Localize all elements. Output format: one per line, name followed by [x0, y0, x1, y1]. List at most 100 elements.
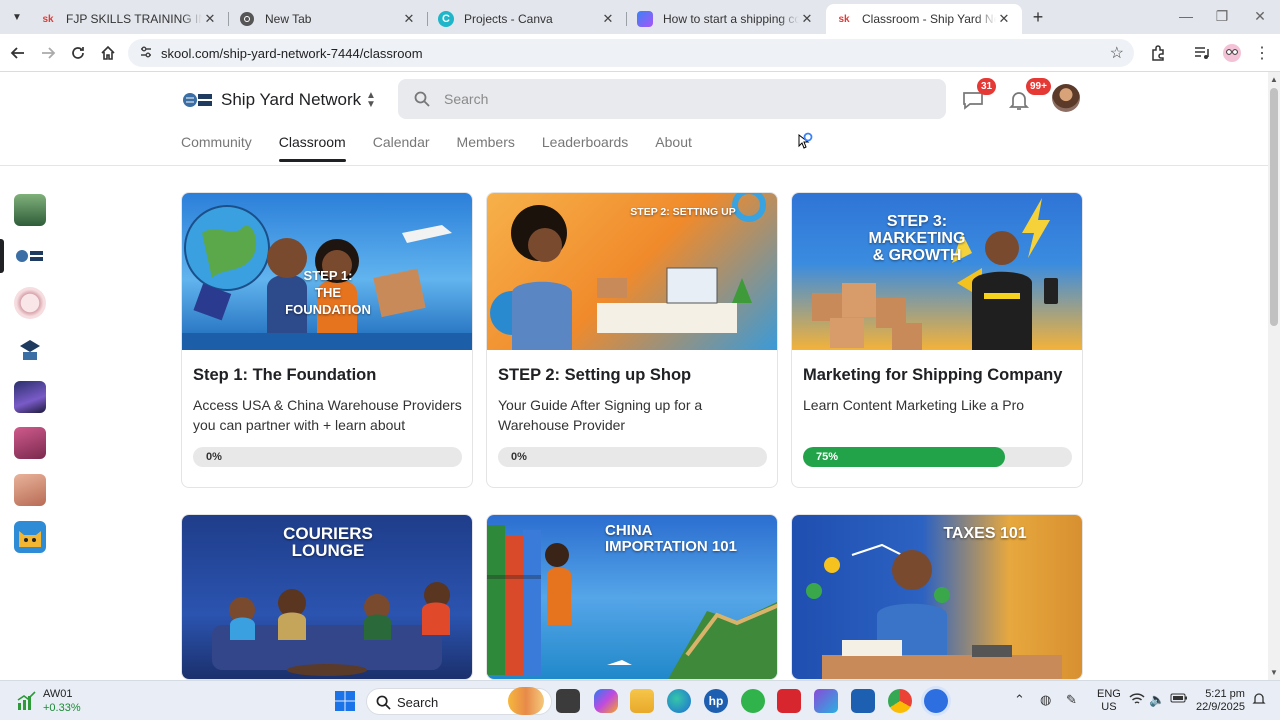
task-view-icon[interactable] [556, 689, 580, 713]
mcafee-icon[interactable] [777, 689, 801, 713]
profile-avatar-icon[interactable] [1221, 42, 1243, 64]
group-thumbnail[interactable] [14, 334, 46, 366]
tab-calendar[interactable]: Calendar [373, 134, 430, 162]
windows-taskbar: AW01 +0.33% Search hp ⌃ ◍ ✎ ENG US 🔈 5:2… [0, 680, 1280, 720]
user-avatar[interactable] [1052, 84, 1080, 112]
site-info-icon[interactable] [138, 45, 154, 61]
browser-tab[interactable]: New Tab ✕ [229, 4, 427, 34]
course-card[interactable]: TAXES 101 [791, 514, 1083, 680]
close-tab-icon[interactable]: ✕ [996, 11, 1012, 27]
file-explorer-icon[interactable] [630, 689, 654, 713]
url-text: skool.com/ship-yard-network-7444/classro… [161, 46, 423, 61]
scroll-up-icon[interactable]: ▲ [1268, 74, 1280, 86]
course-card[interactable]: COURIERS LOUNGE [181, 514, 473, 680]
course-cover-image: STEP 1: THE FOUNDATION [182, 193, 472, 350]
battery-icon[interactable] [1170, 692, 1188, 707]
groups-sidebar [0, 166, 62, 680]
group-thumbnail[interactable] [14, 287, 46, 319]
tab-title: How to start a shipping company [663, 12, 799, 26]
tab-classroom[interactable]: Classroom [278, 134, 346, 162]
restore-window-icon[interactable]: ❐ [1212, 8, 1232, 25]
address-bar[interactable]: skool.com/ship-yard-network-7444/classro… [128, 39, 1134, 67]
group-thumbnail[interactable] [14, 194, 46, 226]
language-indicator[interactable]: ENG US [1097, 688, 1121, 714]
search-highlight-icon[interactable] [508, 687, 544, 715]
windows-start-icon[interactable] [333, 689, 357, 713]
scroll-down-icon[interactable]: ▼ [1268, 667, 1280, 679]
stock-chart-icon[interactable] [16, 690, 38, 712]
home-icon[interactable] [97, 42, 119, 64]
extensions-icon[interactable] [1147, 42, 1169, 64]
show-hidden-icons-icon[interactable]: ⌃ [1014, 692, 1025, 708]
progress-label: 0% [206, 451, 222, 463]
wifi-icon[interactable] [1129, 692, 1145, 709]
group-thumbnail[interactable] [14, 381, 46, 413]
media-controls-icon[interactable] [1191, 42, 1213, 64]
course-cover-text: CHINA IMPORTATION 101 [605, 522, 737, 555]
chrome-icon [239, 11, 255, 27]
course-cover-image: COURIERS LOUNGE [182, 515, 472, 679]
tab-search-dropdown-icon[interactable]: ▼ [6, 6, 28, 28]
minimize-window-icon[interactable]: — [1176, 8, 1196, 24]
security-tray-icon[interactable]: ◍ [1040, 692, 1051, 708]
language-code: ENG [1097, 688, 1121, 700]
whatsapp-icon[interactable] [741, 689, 765, 713]
reload-icon[interactable] [67, 42, 89, 64]
course-description: Your Guide After Signing up for a Wareho… [498, 397, 703, 433]
course-card[interactable]: CHINA IMPORTATION 101 [486, 514, 778, 680]
copilot-app-icon[interactable] [594, 689, 618, 713]
volume-icon[interactable]: 🔈 [1149, 692, 1165, 708]
tab-leaderboards[interactable]: Leaderboards [542, 134, 628, 162]
course-card[interactable]: STEP 2: SETTING UP STEP 2: Setting up Sh… [486, 192, 778, 488]
tab-community[interactable]: Community [181, 134, 252, 162]
close-tab-icon[interactable]: ✕ [202, 11, 218, 27]
group-thumbnail[interactable] [14, 427, 46, 459]
close-window-icon[interactable]: ✕ [1250, 8, 1270, 25]
course-cover-image: TAXES 101 [792, 515, 1082, 679]
browser-tab[interactable]: C Projects - Canva ✕ [428, 4, 626, 34]
pen-tray-icon[interactable]: ✎ [1066, 692, 1077, 708]
course-progress-bar: 75% [803, 447, 1072, 467]
back-icon[interactable] [7, 42, 29, 64]
browser-tab-bar: ▼ sk FJP SKILLS TRAINING INSTITUTE ✕ New… [0, 0, 1280, 34]
course-title[interactable]: STEP 2: Setting up Shop [498, 366, 768, 385]
progress-label: 75% [816, 451, 839, 463]
group-name[interactable]: Ship Yard Network [221, 90, 361, 110]
group-thumbnail[interactable] [14, 474, 46, 506]
browser-tab[interactable]: sk FJP SKILLS TRAINING INSTITUTE ✕ [30, 4, 228, 34]
system-clock[interactable]: 5:21 pm 22/9/2025 [1196, 688, 1245, 714]
group-thumbnail[interactable] [14, 521, 46, 553]
browser-menu-icon[interactable]: ⋮ [1251, 42, 1273, 64]
active-group-indicator [0, 239, 4, 273]
tab-members[interactable]: Members [457, 134, 515, 162]
microsoft-store-icon[interactable] [851, 689, 875, 713]
forward-icon[interactable] [37, 42, 59, 64]
canva-icon: C [438, 11, 454, 27]
edge-browser-icon[interactable] [667, 689, 691, 713]
search-input[interactable]: Search [398, 79, 946, 119]
close-tab-icon[interactable]: ✕ [799, 11, 815, 27]
browser-tab-active[interactable]: sk Classroom - Ship Yard Network ✕ [826, 4, 1022, 34]
scrollbar-thumb[interactable] [1270, 88, 1278, 326]
close-tab-icon[interactable]: ✕ [401, 11, 417, 27]
zoom-app-icon[interactable] [924, 689, 948, 713]
bookmark-star-icon[interactable]: ☆ [1110, 43, 1124, 63]
close-tab-icon[interactable]: ✕ [600, 11, 616, 27]
course-card[interactable]: STEP 1: THE FOUNDATION Step 1: The Found… [181, 192, 473, 488]
group-logo[interactable] [183, 90, 213, 110]
notification-center-icon[interactable] [1252, 692, 1266, 709]
group-thumbnail-ship-yard[interactable] [14, 240, 46, 272]
course-card[interactable]: STEP 3: MARKETING & GROWTH Marketing for… [791, 192, 1083, 488]
new-tab-button[interactable]: + [1028, 6, 1048, 28]
group-switcher-icon[interactable]: ▲ ▼ [364, 91, 378, 111]
group-header: Ship Yard Network ▲ ▼ Search 31 99+ Commu… [0, 72, 1268, 166]
tab-about[interactable]: About [655, 134, 692, 162]
course-cover-image: STEP 2: SETTING UP [487, 193, 777, 350]
course-title[interactable]: Step 1: The Foundation [193, 366, 463, 385]
store-app-icon[interactable] [814, 689, 838, 713]
hp-app-icon[interactable]: hp [704, 689, 728, 713]
chrome-taskbar-icon[interactable] [888, 689, 912, 713]
course-title[interactable]: Marketing for Shipping Company [803, 366, 1073, 385]
browser-tab[interactable]: How to start a shipping company ✕ [627, 4, 825, 34]
course-cover-text: STEP 3: MARKETING & GROWTH [868, 213, 966, 264]
